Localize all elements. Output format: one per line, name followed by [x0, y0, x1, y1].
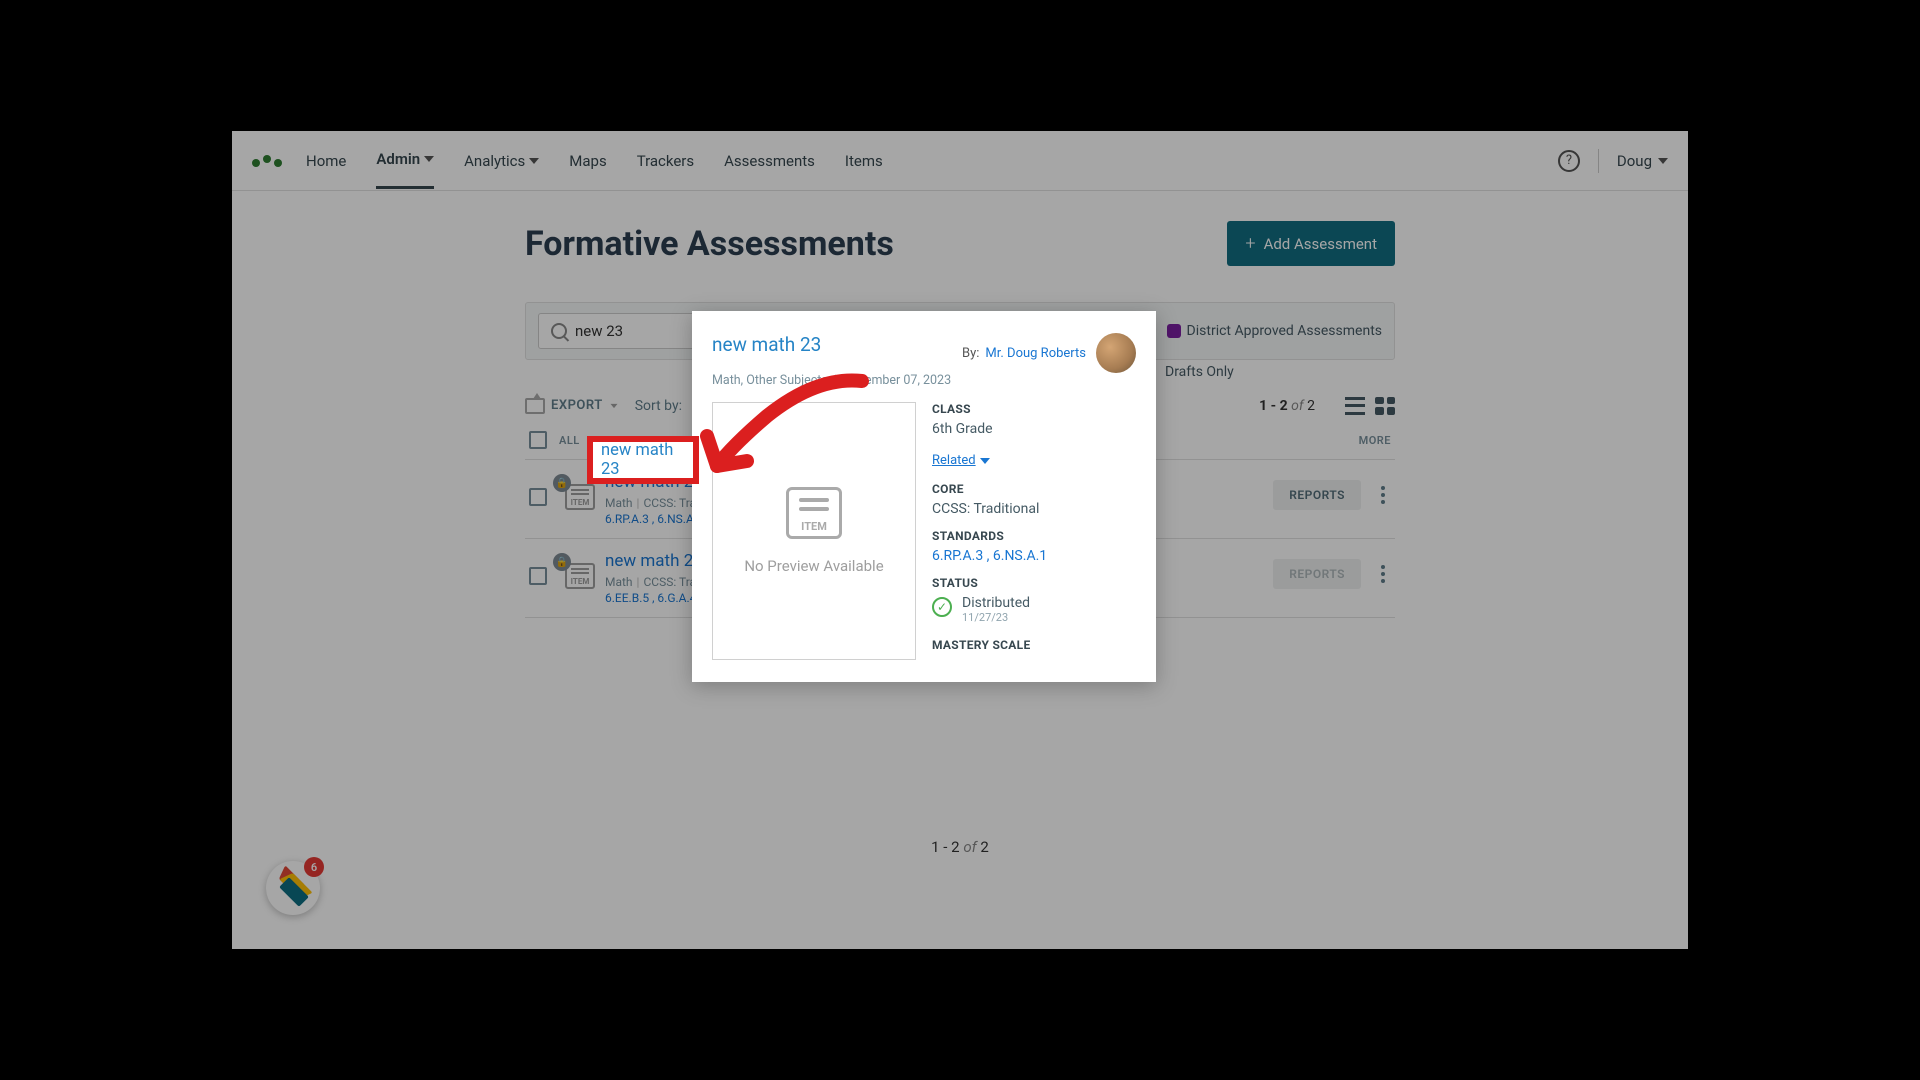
nav-items-link[interactable]: Items	[845, 132, 883, 189]
core-value: CCSS: Traditional	[932, 501, 1136, 517]
select-all-checkbox[interactable]	[529, 431, 547, 449]
chevron-down-icon	[610, 403, 617, 407]
export-button[interactable]: EXPORT	[525, 398, 619, 414]
lock-icon: 🔒	[553, 553, 571, 571]
row-checkbox[interactable]	[529, 488, 547, 506]
nav-trackers[interactable]: Trackers	[637, 132, 694, 189]
search-icon	[551, 323, 567, 339]
more-menu-icon[interactable]	[1375, 480, 1391, 510]
app-logo	[252, 155, 282, 167]
notification-badge: 6	[304, 857, 324, 877]
list-view-icon[interactable]	[1345, 397, 1365, 415]
grid-view-icon[interactable]	[1375, 397, 1395, 415]
chevron-down-icon	[980, 458, 990, 464]
standards-label: STANDARDS	[932, 529, 1136, 543]
class-value: 6th Grade	[932, 421, 1136, 437]
reports-button: REPORTS	[1273, 559, 1361, 589]
page-title: Formative Assessments	[525, 224, 894, 264]
col-more: MORE	[1331, 434, 1391, 447]
status-date: 11/27/23	[962, 611, 1030, 624]
reports-button[interactable]: REPORTS	[1273, 480, 1361, 510]
check-circle-icon: ✓	[932, 597, 952, 617]
status-value: Distributed	[962, 595, 1030, 611]
more-menu-icon[interactable]	[1375, 559, 1391, 589]
nav-home[interactable]: Home	[306, 132, 346, 189]
add-assessment-button[interactable]: +Add Assessment	[1227, 221, 1395, 266]
chevron-down-icon	[424, 156, 434, 162]
assessment-preview-popover: new math 23 By: Mr. Doug Roberts Math, O…	[692, 311, 1156, 682]
help-icon[interactable]: ?	[1558, 150, 1580, 172]
author-link[interactable]: Mr. Doug Roberts	[985, 346, 1086, 361]
related-link[interactable]: Related	[932, 453, 990, 468]
plus-icon: +	[1245, 233, 1255, 254]
lock-icon: 🔒	[553, 474, 571, 492]
item-icon: ITEM	[786, 487, 842, 539]
row-checkbox[interactable]	[529, 567, 547, 585]
chevron-down-icon	[1658, 158, 1668, 164]
popover-by: By: Mr. Doug Roberts	[962, 333, 1136, 373]
core-label: CORE	[932, 482, 1136, 496]
sort-label: Sort by:	[635, 398, 682, 414]
pagination-bottom: 1 - 2 of 2	[525, 838, 1395, 856]
divider	[1598, 149, 1599, 173]
pagination-top: 1 - 2 of 2	[1259, 398, 1315, 414]
popover-subhead: Math, Other Subjects|November 07, 2023	[712, 373, 1136, 388]
standards-value[interactable]: 6.RP.A.3 , 6.NS.A.1	[932, 548, 1136, 564]
popover-title[interactable]: new math 23	[712, 333, 821, 356]
avatar	[1096, 333, 1136, 373]
drafts-filter[interactable]: Drafts Only	[1165, 364, 1395, 380]
nav-items: Home Admin Analytics Maps Trackers Asses…	[306, 132, 883, 189]
chevron-down-icon	[529, 158, 539, 164]
no-preview-text: No Preview Available	[744, 557, 883, 575]
nav-admin[interactable]: Admin	[376, 132, 434, 189]
annotation-highlight: new math 23	[587, 436, 699, 484]
top-nav: Home Admin Analytics Maps Trackers Asses…	[232, 131, 1688, 191]
class-label: CLASS	[932, 402, 1136, 416]
nav-maps[interactable]: Maps	[569, 132, 606, 189]
mastery-label: MASTERY SCALE	[932, 638, 1136, 652]
nav-analytics[interactable]: Analytics	[464, 132, 539, 189]
help-widget-fab[interactable]: 6	[266, 861, 320, 915]
badge-icon	[1167, 324, 1181, 338]
user-menu[interactable]: Doug	[1617, 152, 1668, 170]
district-filter[interactable]: District Approved Assessments	[1167, 323, 1382, 339]
export-icon	[525, 398, 545, 414]
preview-box: ITEM No Preview Available	[712, 402, 916, 660]
nav-assessments[interactable]: Assessments	[724, 132, 815, 189]
status-label: STATUS	[932, 576, 1136, 590]
